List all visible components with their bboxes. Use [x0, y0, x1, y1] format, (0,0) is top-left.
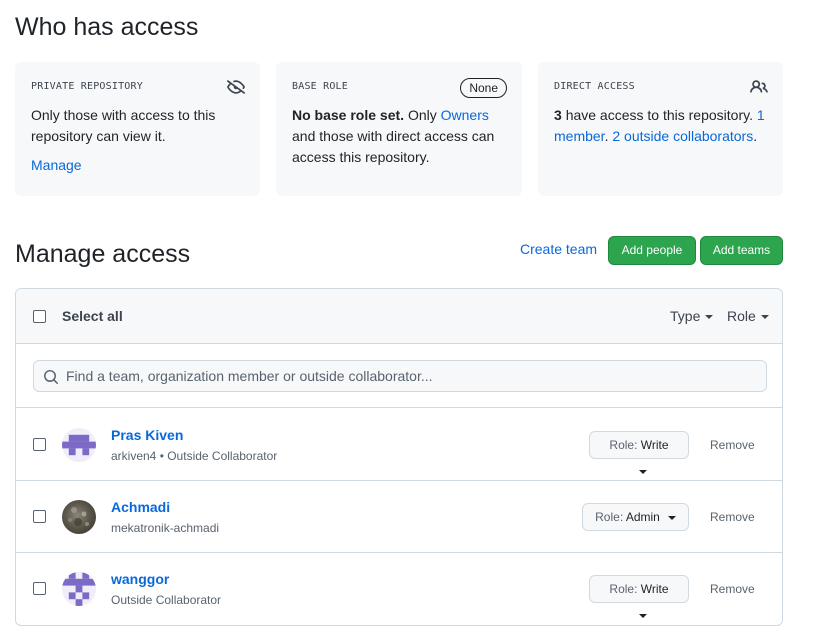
add-people-button[interactable]: Add people [608, 236, 696, 265]
page-title: Who has access [15, 13, 199, 41]
chevron-down-icon [705, 315, 714, 320]
role-dropdown[interactable]: Role: Write [589, 431, 689, 474]
manage-link[interactable]: Manage [31, 157, 82, 173]
base-role-bold: No base role set. [292, 107, 405, 123]
user-name-link[interactable]: wanggor [111, 571, 169, 587]
role-value: Admin [625, 510, 660, 524]
type-filter[interactable]: Type [670, 308, 714, 324]
manage-access-title: Manage access [15, 240, 191, 268]
card-label: PRIVATE REPOSITORY [31, 81, 143, 92]
eye-closed-icon [227, 80, 245, 94]
remove-button[interactable]: Remove [710, 510, 755, 524]
card-text: Only those with access to this repositor… [31, 107, 216, 144]
search-area [16, 344, 782, 408]
role-value: Write [640, 582, 669, 596]
role-filter[interactable]: Role [727, 308, 769, 324]
table-row: wanggor Outside Collaborator Role: Write… [16, 553, 782, 625]
chevron-down-icon [639, 469, 647, 474]
direct-access-card: DIRECT ACCESS 3 have access to this repo… [538, 62, 783, 196]
remove-button[interactable]: Remove [710, 582, 755, 596]
role-filter-label: Role [727, 308, 756, 324]
search-icon [44, 370, 59, 385]
type-filter-label: Type [670, 308, 701, 324]
avatar[interactable] [62, 428, 96, 462]
avatar[interactable] [62, 572, 96, 606]
remove-button[interactable]: Remove [710, 438, 755, 452]
outside-collaborators-link[interactable]: 2 outside collaborators [612, 128, 753, 144]
chevron-down-icon [639, 613, 647, 618]
private-repository-card: PRIVATE REPOSITORY Only those with acces… [15, 62, 260, 196]
select-all-checkbox[interactable] [33, 310, 46, 323]
base-role-card: BASE ROLE None No base role set. Only Ow… [276, 62, 522, 196]
card-label: DIRECT ACCESS [554, 81, 635, 92]
card-text: No base role set. Only Owners and those … [292, 105, 508, 168]
create-team-link[interactable]: Create team [520, 241, 597, 257]
table-row: Achmadi mekatronik-achmadi Role: Admin R… [16, 481, 782, 553]
role-dropdown[interactable]: Role: Write [589, 575, 689, 618]
card-text: 3 have access to this repository. 1 memb… [554, 107, 765, 144]
avatar[interactable] [62, 500, 96, 534]
access-list-header: Select all Type Role [16, 289, 782, 344]
role-prefix: Role: [609, 438, 638, 452]
base-role-text-2: and those with direct access can access … [292, 128, 495, 165]
people-icon [750, 80, 768, 93]
direct-access-count: 3 [554, 107, 562, 123]
search-input[interactable] [66, 361, 756, 391]
user-name-link[interactable]: Pras Kiven [111, 427, 183, 443]
role-dropdown[interactable]: Role: Admin [582, 503, 689, 531]
base-role-badge: None [460, 78, 507, 98]
role-value: Write [640, 438, 669, 452]
chevron-down-icon [667, 515, 676, 520]
search-box [33, 360, 767, 392]
role-prefix: Role: [595, 510, 624, 524]
user-subtitle: arkiven4 • Outside Collaborator [111, 449, 278, 463]
role-prefix: Role: [609, 582, 638, 596]
card-label: BASE ROLE [292, 81, 348, 92]
row-checkbox[interactable] [33, 582, 46, 595]
chevron-down-icon [760, 315, 769, 320]
select-all-label: Select all [62, 308, 123, 324]
user-subtitle: Outside Collaborator [111, 593, 222, 607]
user-subtitle: mekatronik-achmadi [111, 521, 220, 535]
base-role-text-1: Only [407, 107, 437, 123]
user-name-link[interactable]: Achmadi [111, 499, 170, 515]
access-list-panel: Select all Type Role Pras Kiven arkiven4… [15, 288, 783, 626]
row-checkbox[interactable] [33, 438, 46, 451]
direct-access-text: have access to this repository. [565, 107, 753, 123]
table-row: Pras Kiven arkiven4 • Outside Collaborat… [16, 409, 782, 481]
row-checkbox[interactable] [33, 510, 46, 523]
owners-link[interactable]: Owners [441, 107, 489, 123]
add-teams-button[interactable]: Add teams [700, 236, 783, 265]
